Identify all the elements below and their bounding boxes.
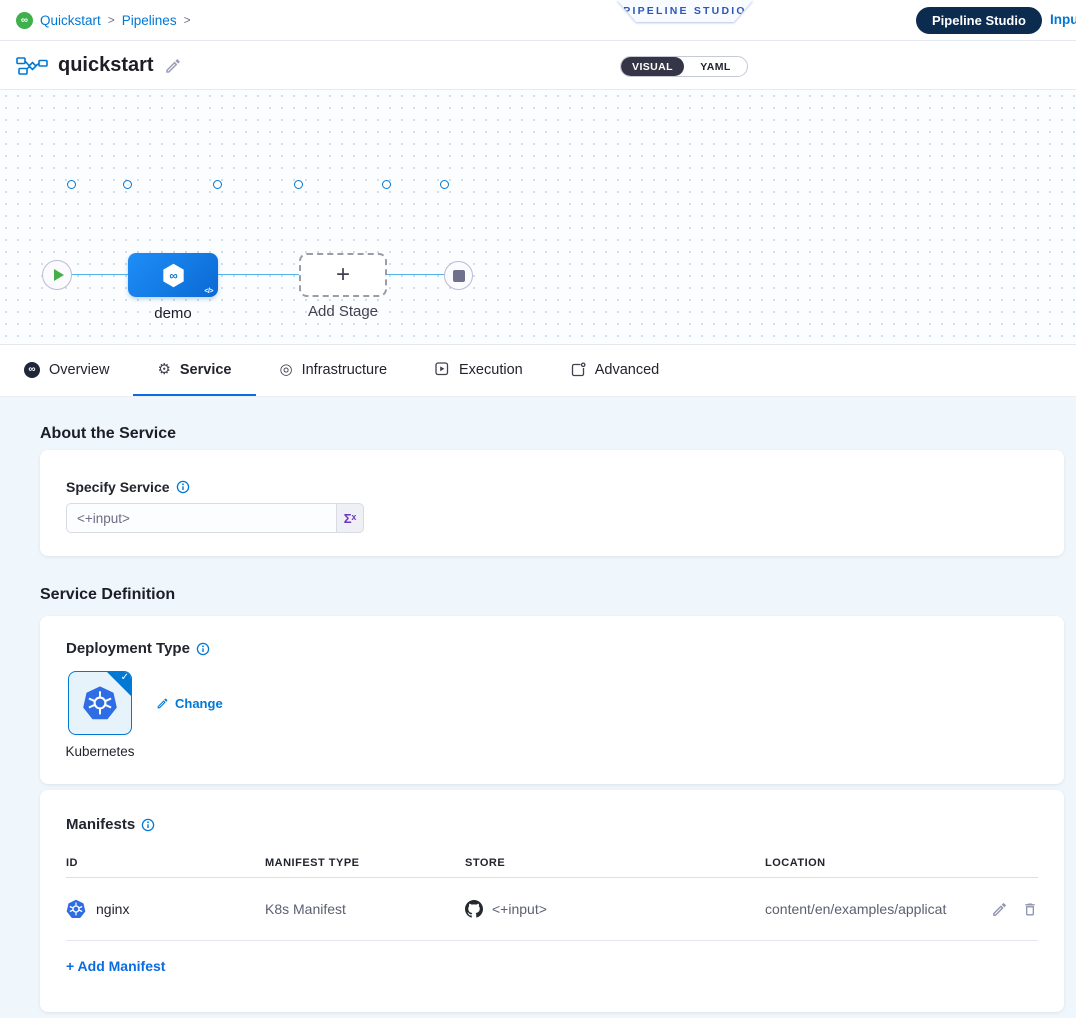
manifest-store-value: <+input>	[492, 901, 547, 917]
tab-label: Infrastructure	[302, 362, 387, 378]
breadcrumb-separator: >	[108, 13, 115, 27]
manifests-table: ID MANIFEST TYPE STORE LOCATION	[66, 848, 1038, 941]
port	[213, 180, 222, 189]
github-icon	[465, 900, 483, 918]
tab-service[interactable]: ⚙ Service	[133, 345, 255, 396]
edit-pipeline-name-icon[interactable]	[164, 57, 182, 75]
pipeline-studio-ribbon: PIPELINE STUDIO	[617, 0, 753, 22]
manifests-heading: Manifests	[66, 816, 135, 833]
pipeline-end-node[interactable]	[444, 261, 473, 290]
pipeline-name-title: quickstart	[58, 54, 154, 77]
pipeline-studio-ribbon-label: PIPELINE STUDIO	[617, 0, 753, 22]
svg-text:∞: ∞	[169, 269, 177, 282]
change-label: Change	[175, 696, 223, 711]
pencil-icon	[156, 697, 169, 710]
breadcrumb-separator: >	[184, 13, 191, 27]
infrastructure-icon: ◎	[280, 362, 293, 377]
breadcrumb: ∞ Quickstart > Pipelines >	[16, 0, 191, 40]
deployment-type-kubernetes-tile[interactable]: ✓	[68, 671, 132, 735]
kubernetes-tile-label: Kubernetes	[50, 744, 150, 759]
check-icon: ✓	[121, 672, 129, 683]
tab-infrastructure[interactable]: ◎ Infrastructure	[256, 345, 412, 396]
specify-service-input[interactable]	[66, 503, 336, 533]
manifest-location: content/en/examples/applicat	[765, 901, 977, 917]
kubernetes-icon	[82, 685, 118, 721]
service-definition-heading: Service Definition	[40, 586, 175, 604]
expression-input-button[interactable]: Σˣ	[336, 503, 364, 533]
manifest-row-nginx[interactable]: nginx K8s Manifest <+input> content/en/e…	[66, 878, 1038, 941]
port	[294, 180, 303, 189]
manifests-header-row: ID MANIFEST TYPE STORE LOCATION	[66, 848, 1038, 878]
harness-logo-icon: ∞	[16, 12, 33, 29]
input-sets-link[interactable]: Input	[1050, 12, 1076, 27]
tab-label: Overview	[49, 362, 109, 378]
manifest-type: K8s Manifest	[265, 901, 465, 917]
manifest-id: nginx	[96, 901, 129, 917]
edit-manifest-button[interactable]	[991, 901, 1008, 918]
pipeline-diagram-icon	[16, 56, 48, 76]
overview-icon: ∞	[24, 362, 40, 378]
column-location: LOCATION	[765, 857, 1038, 869]
tab-execution[interactable]: Execution	[411, 345, 547, 396]
service-tab-content: About the Service Specify Service Σˣ Ser…	[0, 397, 1076, 1018]
manifests-card: Manifests ID MANIFEST TYPE STORE LOCATIO…	[40, 790, 1064, 1012]
breadcrumb-quickstart[interactable]: Quickstart	[40, 13, 101, 28]
column-store: STORE	[465, 857, 765, 869]
column-id: ID	[66, 857, 265, 869]
port	[123, 180, 132, 189]
visual-yaml-toggle: VISUAL YAML	[620, 56, 748, 77]
toggle-visual[interactable]: VISUAL	[621, 57, 684, 76]
pipeline-start-node[interactable]	[42, 260, 72, 290]
title-bar: quickstart VISUAL YAML	[0, 41, 1076, 90]
pipeline-studio-button[interactable]: Pipeline Studio	[916, 7, 1042, 34]
service-definition-card: Deployment Type	[40, 616, 1064, 784]
toggle-yaml[interactable]: YAML	[684, 57, 747, 76]
info-icon[interactable]	[141, 818, 155, 832]
plus-icon: +	[336, 261, 350, 289]
tab-label: Advanced	[595, 362, 660, 378]
info-icon[interactable]	[196, 642, 210, 656]
pipeline-canvas[interactable]: ∞ </> demo + Add Stage	[0, 90, 1076, 345]
add-manifest-link[interactable]: + Add Manifest	[66, 958, 165, 974]
add-stage-label: Add Stage	[286, 303, 400, 320]
port	[440, 180, 449, 189]
column-manifest-type: MANIFEST TYPE	[265, 857, 465, 869]
stage-code-glyph: </>	[204, 288, 213, 295]
deployment-type-label: Deployment Type	[66, 640, 190, 657]
tab-advanced[interactable]: Advanced	[547, 345, 684, 396]
stage-tabs: ∞ Overview ⚙ Service ◎ Infrastructure Ex…	[0, 345, 1076, 397]
execution-icon	[435, 362, 450, 377]
harness-hexagon-icon: ∞	[160, 262, 187, 289]
play-icon	[54, 269, 64, 281]
breadcrumb-pipelines[interactable]: Pipelines	[122, 13, 177, 28]
stop-icon	[453, 270, 465, 282]
gear-icon: ⚙	[157, 362, 170, 377]
port	[67, 180, 76, 189]
kubernetes-icon	[66, 899, 86, 919]
delete-manifest-button[interactable]	[1022, 901, 1038, 918]
about-service-card: Specify Service Σˣ	[40, 450, 1064, 556]
pipeline-studio-page: ∞ Quickstart > Pipelines > PIPELINE STUD…	[0, 0, 1076, 1018]
stage-name-label: demo	[128, 305, 218, 322]
advanced-icon	[571, 362, 586, 377]
change-deployment-type-link[interactable]: Change	[156, 696, 223, 711]
top-bar: ∞ Quickstart > Pipelines > PIPELINE STUD…	[0, 0, 1076, 41]
about-service-heading: About the Service	[40, 425, 176, 443]
tab-label: Execution	[459, 362, 523, 378]
stage-node-demo[interactable]: ∞ </>	[128, 253, 218, 297]
add-stage-node[interactable]: +	[299, 253, 387, 297]
pipeline-edge	[60, 274, 450, 275]
info-icon[interactable]	[176, 480, 190, 494]
tab-label: Service	[180, 362, 232, 378]
specify-service-label: Specify Service	[66, 479, 170, 495]
port	[382, 180, 391, 189]
tab-overview[interactable]: ∞ Overview	[0, 345, 133, 396]
